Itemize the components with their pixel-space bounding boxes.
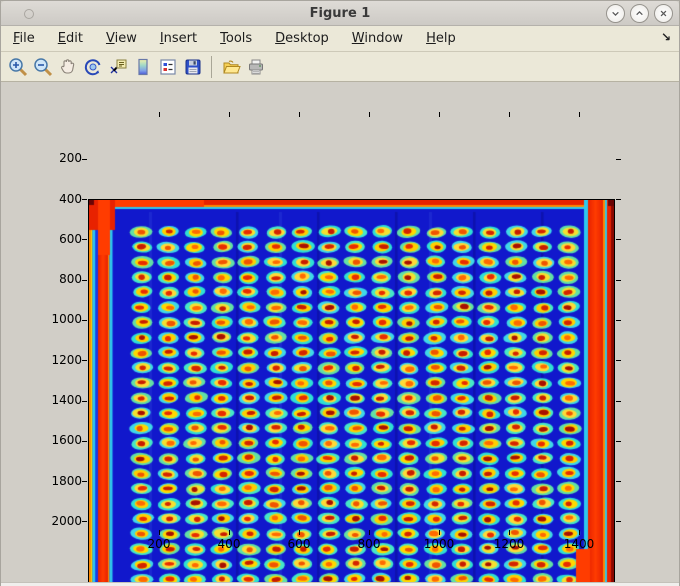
y-tick-label: 1200 [51, 352, 82, 367]
x-tick-label: 1000 [423, 537, 455, 551]
x-tick-top [298, 112, 300, 117]
y-tick [82, 521, 87, 523]
y-tick-right [616, 239, 621, 241]
data-cursor-button[interactable] [105, 54, 130, 80]
y-tick-label: 200 [59, 151, 82, 166]
print-button[interactable] [243, 54, 268, 80]
x-tick [578, 530, 580, 535]
y-tick-right [616, 199, 621, 201]
colorbar-icon [137, 58, 148, 75]
y-tick-label: 1000 [51, 312, 82, 327]
x-tick-label: 1200 [493, 537, 525, 551]
chevron-down-icon [612, 11, 619, 17]
save-button[interactable] [180, 54, 205, 80]
legend-icon [159, 58, 176, 75]
menu-item-help[interactable]: Help [426, 31, 456, 46]
y-tick-label: 1600 [51, 433, 82, 448]
pan-hand-icon [60, 58, 74, 74]
x-tick-top [578, 112, 580, 117]
y-tick [82, 239, 87, 241]
rotate-3d-button[interactable] [80, 54, 105, 80]
y-tick-right [616, 158, 621, 160]
menu-item-edit[interactable]: Edit [58, 31, 83, 46]
chevron-up-icon [636, 10, 643, 16]
x-tick [298, 530, 300, 535]
x-tick-top [508, 112, 510, 117]
y-tick [82, 199, 87, 201]
zoom-out-icon [33, 57, 52, 76]
data-cursor-icon [110, 59, 126, 73]
y-tick-right [616, 319, 621, 321]
window-menu-icon[interactable] [24, 9, 34, 19]
y-tick-label: 800 [59, 272, 82, 287]
print-icon [248, 59, 263, 74]
menu-item-desktop[interactable]: Desktop [275, 31, 329, 46]
y-tick [82, 158, 87, 160]
y-tick [82, 360, 87, 362]
open-folder-button[interactable] [218, 54, 243, 80]
y-tick-label: 1800 [51, 473, 82, 488]
y-tick-right [616, 440, 621, 442]
x-tick [438, 530, 440, 535]
x-tick-label: 600 [287, 537, 311, 551]
x-tick-label: 800 [357, 537, 381, 551]
colorbar-button[interactable] [130, 54, 155, 80]
menu-item-tools[interactable]: Tools [220, 31, 252, 46]
y-tick-right [616, 521, 621, 523]
x-tick [368, 530, 370, 535]
window-bottom-edge [1, 582, 679, 586]
figure-window: Figure 1 File Edit View Insert Tools Desktop W… [0, 0, 680, 586]
plot-frame [88, 199, 615, 586]
figure-canvas-area: 200 400 600 800 1000 1200 1400 200 400 600 800 1000… [1, 82, 679, 586]
toolbar [1, 52, 679, 82]
window-title: Figure 1 [309, 5, 371, 21]
open-folder-icon [222, 60, 241, 73]
x-tick-top [228, 112, 230, 117]
x-tick-label: 400 [217, 537, 241, 551]
window-controls [606, 4, 673, 23]
y-tick-label: 400 [59, 191, 82, 206]
shade-button[interactable] [606, 4, 625, 23]
legend-button[interactable] [155, 54, 180, 80]
y-tick [82, 481, 87, 483]
menu-item-window[interactable]: Window [352, 31, 403, 46]
close-button[interactable] [654, 4, 673, 23]
x-tick-label: 200 [147, 537, 171, 551]
toolbar-separator [211, 55, 212, 78]
x-tick [158, 530, 160, 535]
titlebar[interactable]: Figure 1 [1, 1, 679, 26]
y-tick [82, 279, 87, 281]
pan-button[interactable] [55, 54, 80, 80]
menu-item-file[interactable]: File [13, 31, 35, 46]
y-tick-label: 1400 [51, 393, 82, 408]
zoom-in-icon [8, 57, 27, 76]
y-tick-right [616, 360, 621, 362]
y-tick-label: 600 [59, 231, 82, 246]
save-icon [185, 59, 200, 74]
y-tick-right [616, 400, 621, 402]
x-tick [228, 530, 230, 535]
y-tick-right [616, 279, 621, 281]
zoom-out-button[interactable] [30, 54, 55, 80]
y-tick-right [616, 481, 621, 483]
y-tick-label: 2000 [51, 513, 82, 528]
zoom-in-button[interactable] [5, 54, 30, 80]
rotate-3d-icon [84, 58, 100, 75]
menubar: File Edit View Insert Tools Desktop Window Help [1, 26, 679, 52]
x-tick-label: 1400 [563, 537, 595, 551]
maximize-button[interactable] [630, 4, 649, 23]
x-tick [508, 530, 510, 535]
menu-overflow-arrow[interactable]: ↘ [661, 30, 671, 44]
y-tick [82, 400, 87, 402]
y-tick [82, 440, 87, 442]
close-icon [660, 10, 667, 17]
x-tick-top [158, 112, 160, 117]
x-tick-top [368, 112, 370, 117]
microarray-heatmap-image[interactable] [89, 200, 614, 586]
y-tick [82, 319, 87, 321]
menu-item-view[interactable]: View [106, 31, 137, 46]
menu-item-insert[interactable]: Insert [160, 31, 197, 46]
x-tick-top [438, 112, 440, 117]
